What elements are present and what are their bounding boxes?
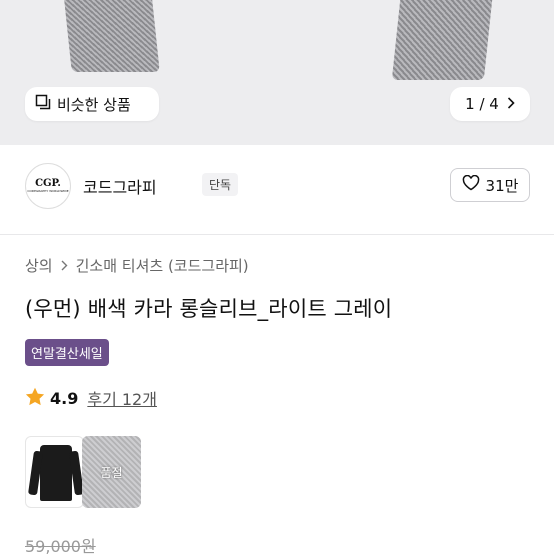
product-image-gallery[interactable]: 비슷한 상품 1 / 4 xyxy=(0,0,554,145)
similar-products-label: 비슷한 상품 xyxy=(57,95,131,114)
rating-score: 4.9 xyxy=(50,388,79,408)
like-button[interactable]: 31만 xyxy=(450,168,530,202)
like-count: 31만 xyxy=(485,176,519,195)
soldout-label: 품절 xyxy=(82,436,141,508)
heart-icon xyxy=(462,174,480,195)
star-icon xyxy=(25,387,45,410)
chevron-right-icon xyxy=(61,257,68,275)
brand-logo-subtext: CODEGRAPHY WORLDWIDE xyxy=(27,189,69,193)
product-thumbnail xyxy=(40,445,72,501)
breadcrumb-item[interactable]: 긴소매 티셔츠 (코드그라피) xyxy=(76,255,249,276)
similar-products-button[interactable]: 비슷한 상품 xyxy=(25,87,159,121)
review-link[interactable]: 후기 12개 xyxy=(87,386,157,410)
image-counter-text: 1 / 4 xyxy=(465,95,499,113)
similar-icon xyxy=(35,94,51,114)
brand-row: CGP. CODEGRAPHY WORLDWIDE 코드그라피 단독 31만 xyxy=(25,160,530,212)
image-counter[interactable]: 1 / 4 xyxy=(450,87,530,121)
brand-name[interactable]: 코드그라피 xyxy=(83,174,157,198)
color-option-black[interactable] xyxy=(25,436,84,508)
product-title: (우먼) 배색 카라 롱슬리브_라이트 그레이 xyxy=(25,297,393,321)
rating-row: 4.9 후기 12개 xyxy=(25,386,157,410)
divider xyxy=(0,234,554,235)
product-image xyxy=(391,0,493,80)
brand-logo-text: CGP. xyxy=(35,178,61,189)
breadcrumb-item[interactable]: 상의 xyxy=(25,255,53,276)
brand-logo[interactable]: CGP. CODEGRAPHY WORLDWIDE xyxy=(25,163,71,209)
breadcrumb: 상의 긴소매 티셔츠 (코드그라피) xyxy=(25,255,249,276)
original-price: 59,000원 xyxy=(25,537,96,556)
product-image xyxy=(64,0,160,72)
color-option-gray[interactable]: 품절 xyxy=(82,436,141,508)
sale-badge: 연말결산세일 xyxy=(25,339,109,366)
exclusive-badge: 단독 xyxy=(202,173,239,196)
chevron-right-icon xyxy=(507,95,515,113)
